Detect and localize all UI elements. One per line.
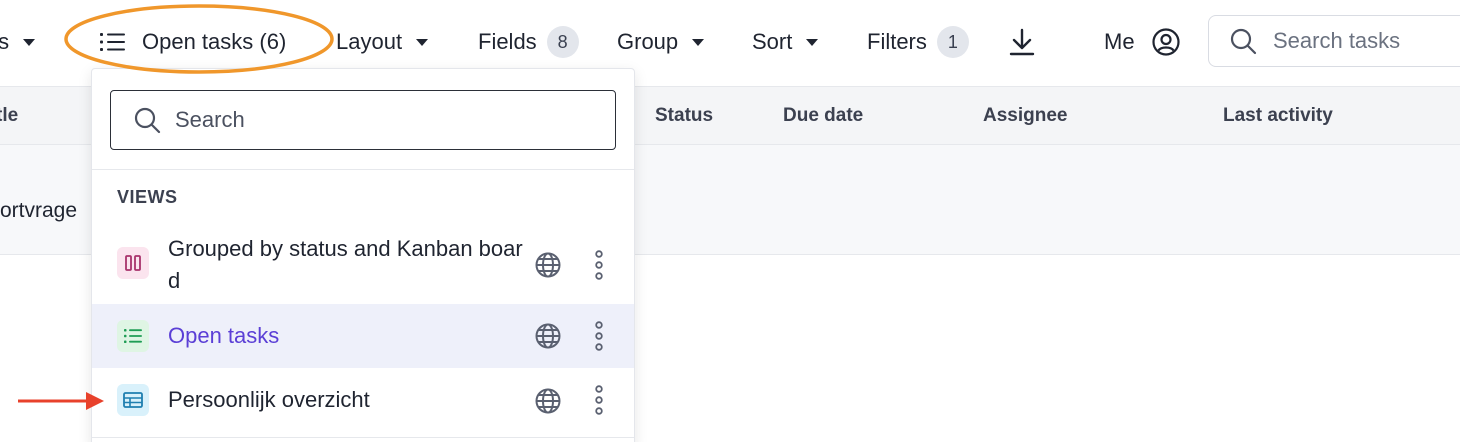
chevron-down-icon [23,38,36,46]
chevron-down-icon [692,38,705,46]
me-filter-button[interactable]: Me [1104,22,1181,62]
column-header-due-date[interactable]: Due date [783,105,863,127]
layout-label: Layout [336,29,403,54]
chevron-down-icon [416,38,429,46]
search-tasks-input[interactable]: Search tasks [1208,15,1460,67]
list-icon [117,320,149,352]
view-item-grouped-kanban[interactable]: Grouped by status and Kanban board [92,229,634,301]
globe-icon[interactable] [534,251,562,279]
more-options-icon[interactable] [592,321,606,351]
views-dropdown: Search VIEWS Grouped by status and Kanba… [91,68,635,442]
divider [92,437,634,438]
table-icon [117,384,149,416]
sort-label: Sort [752,29,793,54]
views-search-input[interactable]: Search [110,90,616,150]
chevron-down-icon [806,38,819,46]
me-label: Me [1104,29,1135,54]
download-icon [1009,28,1035,56]
download-button[interactable] [1008,22,1036,62]
filters-count-badge: 1 [936,26,969,58]
search-icon [134,107,161,134]
filters-label: Filters [867,29,927,54]
group-label: Group [617,29,679,54]
sort-button[interactable]: Sort [752,22,819,62]
highlight-ellipse-annotation [64,4,334,74]
group-button[interactable]: Group [617,22,705,62]
view-item-label: Open tasks [168,323,280,348]
fields-count-badge: 8 [546,26,579,58]
view-item-persoonlijk-overzicht[interactable]: Persoonlijk overzicht [92,368,634,432]
more-options-icon[interactable] [592,250,606,280]
layout-button[interactable]: Layout [336,22,429,62]
column-header-status[interactable]: Status [655,105,713,127]
column-header-title[interactable]: tle [0,105,18,127]
kanban-icon [117,247,149,279]
divider [92,169,634,170]
search-tasks-placeholder: Search tasks [1273,28,1401,53]
globe-icon[interactable] [534,322,562,350]
user-circle-icon [1151,28,1180,56]
globe-icon[interactable] [534,387,562,415]
toolbar-partial-label: ts [0,29,10,54]
views-section-title: VIEWS [117,187,178,207]
views-search-placeholder: Search [175,107,245,132]
view-item-label: Persoonlijk overzicht [168,387,370,412]
filters-button[interactable]: Filters 1 [867,22,969,62]
fields-label: Fields [478,29,537,54]
fields-button[interactable]: Fields 8 [478,22,579,62]
view-item-open-tasks[interactable]: Open tasks [92,304,634,368]
arrow-annotation [18,392,104,410]
view-item-label: Grouped by status and Kanban board [168,236,523,293]
toolbar-partial-dropdown[interactable]: ts [0,22,36,62]
row-title-partial: ortvrage [0,199,78,222]
column-header-last-activity[interactable]: Last activity [1223,105,1333,127]
column-header-assignee[interactable]: Assignee [983,105,1067,127]
search-icon [1230,28,1257,55]
more-options-icon[interactable] [592,385,606,415]
